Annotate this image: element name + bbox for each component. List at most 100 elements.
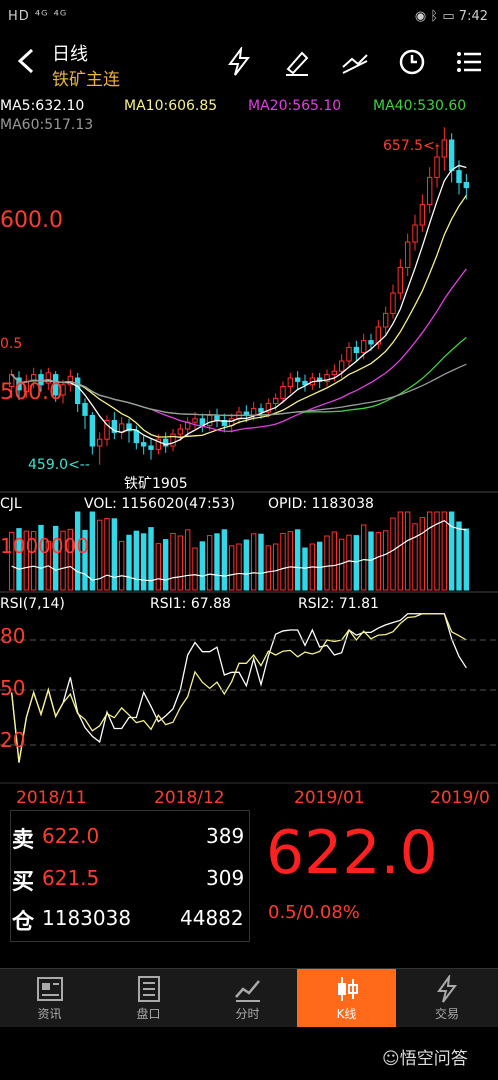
candle[interactable] xyxy=(346,346,352,362)
candle[interactable] xyxy=(74,377,81,404)
price-change: 0.5/0.08% xyxy=(268,902,360,923)
volume-bar xyxy=(177,535,184,591)
low-label: 459.0<-- xyxy=(28,457,90,473)
volume-bar xyxy=(243,539,250,591)
volume-bar xyxy=(324,535,330,591)
volume-bar xyxy=(104,517,110,591)
candle[interactable] xyxy=(434,156,440,178)
date-label: 2018/12 xyxy=(154,788,225,808)
volume-bar xyxy=(111,518,118,591)
nav-kline[interactable]: K线 xyxy=(297,969,396,1027)
nav-orderbook[interactable]: 盘口 xyxy=(99,969,198,1027)
candle[interactable] xyxy=(82,403,88,416)
nav-label: 交易 xyxy=(434,1007,459,1021)
vol-title: CJL xyxy=(0,496,22,512)
volume-bar xyxy=(287,531,294,591)
candle[interactable] xyxy=(338,360,345,372)
candle[interactable] xyxy=(360,340,367,354)
price-600: 600.0 xyxy=(0,208,63,233)
volume-bar xyxy=(404,511,411,591)
volume-bar xyxy=(236,543,242,591)
vol-scale: 1000000 xyxy=(0,534,90,558)
volume-bar xyxy=(133,530,140,591)
candle[interactable] xyxy=(353,346,360,353)
candle[interactable] xyxy=(448,139,455,172)
volume-bar xyxy=(375,532,382,591)
candle[interactable] xyxy=(272,397,279,404)
volume-bar xyxy=(272,543,279,591)
watermark-logo-icon: ☺ xyxy=(382,1049,400,1069)
watermark: ☺悟空问答 xyxy=(382,1044,468,1069)
candle[interactable] xyxy=(456,170,462,184)
volume-bar xyxy=(228,545,235,591)
candle[interactable] xyxy=(177,428,184,435)
kline-chart[interactable] xyxy=(0,0,498,800)
candle[interactable] xyxy=(280,386,286,399)
last-price: 622.0 xyxy=(266,818,438,888)
volume-bar xyxy=(214,533,220,591)
buy-price[interactable]: 621.5 xyxy=(42,866,99,890)
candle[interactable] xyxy=(390,292,396,314)
volume-bar xyxy=(126,534,132,591)
rsi-50-label: 50 xyxy=(0,676,26,700)
nav-intraday[interactable]: 分时 xyxy=(198,969,297,1027)
nav-label: K线 xyxy=(336,1007,357,1021)
volume-bar xyxy=(448,511,455,591)
high-label: 657.5<- xyxy=(383,138,440,154)
candle[interactable] xyxy=(140,442,147,447)
candle[interactable] xyxy=(382,312,389,328)
rsi1-value: RSI1: 67.88 xyxy=(150,596,231,612)
volume-bar xyxy=(456,521,462,591)
candle[interactable] xyxy=(133,430,140,444)
candle[interactable] xyxy=(96,438,103,447)
volume-bar xyxy=(184,529,191,591)
sell-label: 卖 xyxy=(12,828,35,853)
candle[interactable] xyxy=(419,204,426,226)
candle[interactable] xyxy=(412,224,418,243)
volume-bar xyxy=(463,528,470,591)
candle[interactable] xyxy=(331,370,338,376)
oi-label: 仓 xyxy=(12,910,35,935)
candle[interactable] xyxy=(463,182,470,189)
volume-bar xyxy=(162,539,169,591)
candle[interactable] xyxy=(192,418,198,423)
candle[interactable] xyxy=(206,414,213,427)
volume-bar xyxy=(302,547,308,591)
vol-value: VOL: 1156020(47:53) xyxy=(84,496,235,512)
candle[interactable] xyxy=(441,139,448,158)
candle[interactable] xyxy=(368,340,374,345)
volume-bar xyxy=(441,511,448,591)
price-500: 500.0 xyxy=(0,380,63,405)
volume-bar xyxy=(331,531,338,591)
volume-bar xyxy=(155,543,162,591)
sell-price[interactable]: 622.0 xyxy=(42,824,99,848)
candle[interactable] xyxy=(214,414,220,421)
candle[interactable] xyxy=(294,377,301,382)
rsi14-line xyxy=(11,613,467,763)
volume-bar xyxy=(346,534,352,591)
volume-bar xyxy=(390,517,396,591)
candle[interactable] xyxy=(397,267,404,294)
candle[interactable] xyxy=(89,414,96,447)
buy-qty: 309 xyxy=(206,866,245,890)
candle[interactable] xyxy=(426,176,433,206)
candle[interactable] xyxy=(404,241,411,268)
rsi-80-label: 80 xyxy=(0,624,26,648)
candle[interactable] xyxy=(148,445,154,450)
candle[interactable] xyxy=(250,408,257,416)
candlestick-icon xyxy=(337,977,358,1001)
date-label: 2019/01 xyxy=(294,788,365,808)
nav-news[interactable]: 资讯 xyxy=(0,969,99,1027)
quote-panel: 卖 622.0 389 买 621.5 309 仓 1183038 44882 … xyxy=(0,810,498,942)
orderbook-icon xyxy=(137,976,160,1002)
volume-bar xyxy=(206,535,213,591)
opid-value: OPID: 1183038 xyxy=(268,496,374,512)
nav-trade[interactable]: 交易 xyxy=(396,969,498,1027)
candle[interactable] xyxy=(258,408,264,413)
volume-bar xyxy=(353,535,360,591)
candle[interactable] xyxy=(287,377,294,387)
nav-label: 资讯 xyxy=(37,1007,62,1021)
lightning-icon xyxy=(437,975,457,1003)
rsi-layer xyxy=(11,613,467,763)
volume-bar xyxy=(258,533,264,591)
